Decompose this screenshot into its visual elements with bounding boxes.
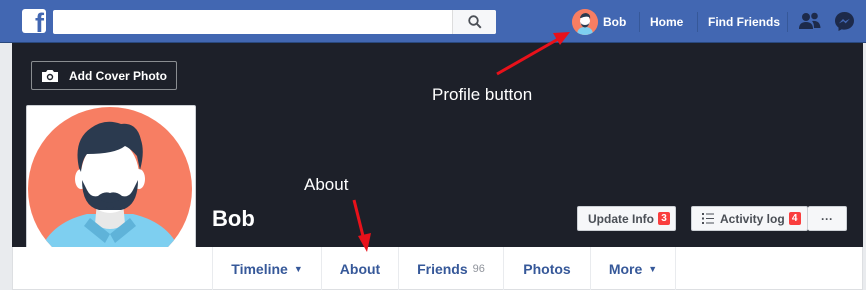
search-icon: [468, 15, 482, 29]
search-button[interactable]: [452, 10, 496, 34]
tab-photos[interactable]: Photos: [503, 247, 590, 290]
tab-timeline[interactable]: Timeline ▼: [212, 247, 321, 290]
tab-more[interactable]: More ▼: [590, 247, 676, 290]
list-icon: [702, 213, 714, 224]
find-friends-link[interactable]: Find Friends: [708, 15, 780, 29]
update-info-badge: 3: [658, 212, 670, 225]
caret-down-icon: ▼: [648, 263, 658, 274]
profile-name-heading: Bob: [212, 206, 255, 231]
friends-count: 96: [472, 262, 485, 275]
tab-friends[interactable]: Friends 96: [398, 247, 503, 290]
update-info-button[interactable]: Update Info 3: [577, 206, 676, 231]
profile-button-annotation: Profile button: [432, 85, 533, 104]
divider: [787, 12, 788, 32]
top-navigation-bar: f Bob Home Find Friends: [0, 0, 866, 43]
more-options-button[interactable]: ···: [808, 206, 847, 231]
stage: { "topbar": { "logo_letter": "f", "searc…: [0, 0, 866, 290]
search-box: [53, 10, 496, 34]
add-cover-photo-button[interactable]: Add Cover Photo: [31, 61, 177, 90]
facebook-logo[interactable]: f: [22, 9, 46, 33]
activity-log-badge: 4: [788, 212, 801, 225]
home-link[interactable]: Home: [650, 15, 683, 29]
caret-down-icon: ▼: [293, 263, 303, 274]
about-annotation: About: [304, 175, 349, 194]
avatar: [572, 9, 598, 35]
messenger-icon[interactable]: [834, 11, 855, 32]
tab-about[interactable]: About: [321, 247, 398, 290]
profile-name-label: Bob: [603, 15, 627, 29]
search-input[interactable]: [53, 10, 453, 34]
friend-requests-icon[interactable]: [799, 11, 821, 31]
divider: [639, 12, 640, 32]
activity-log-button[interactable]: Activity log 4: [691, 206, 808, 231]
divider: [697, 12, 698, 32]
camera-icon: [42, 69, 58, 82]
profile-button[interactable]: Bob: [572, 9, 626, 35]
